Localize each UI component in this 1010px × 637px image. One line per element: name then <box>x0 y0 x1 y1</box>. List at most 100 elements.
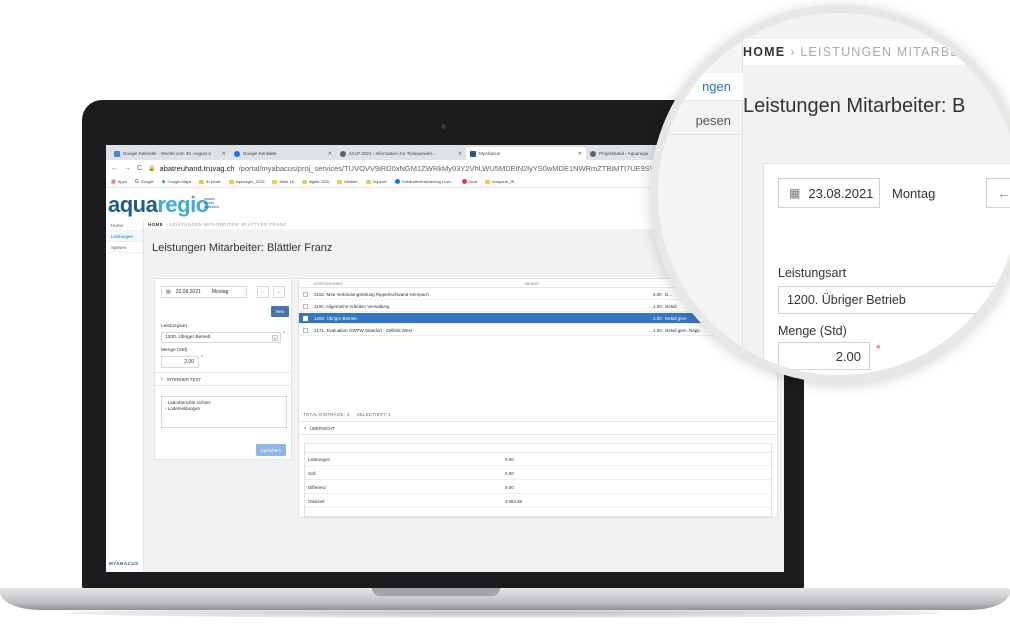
bookmark-temporaer[interactable]: temporär_f8 <box>485 179 514 184</box>
close-icon[interactable]: ✕ <box>222 151 226 157</box>
bookmark-support[interactable]: Support <box>365 179 387 184</box>
tab-title: 24.07.2021 › Information zur Tonkausweis… <box>349 151 437 156</box>
url-host: abatreuhand.truvag.ch <box>159 163 235 173</box>
new-button[interactable]: Neu <box>271 306 289 317</box>
close-icon[interactable]: ✕ <box>328 151 332 157</box>
sidebar-item-spesen[interactable]: Spesen <box>106 242 143 253</box>
bookmark-label: digital 2020 <box>308 179 330 184</box>
bookmark-label: Gebäudeversicherung Luze... <box>401 179 455 184</box>
forward-icon[interactable]: → <box>124 165 131 172</box>
arrow-left-icon: ← <box>997 185 1010 201</box>
bookmark-medien[interactable]: Medien <box>337 179 358 184</box>
zoom-content: ngen pesen HOME › LEISTUNGEN MITARBEIT L… <box>658 13 1010 375</box>
folder-icon <box>199 179 205 184</box>
zoom-menge-input[interactable]: 2.00 <box>778 342 870 370</box>
internal-text-title: INTERNER TEXT <box>167 376 202 382</box>
contacts-icon <box>234 150 240 157</box>
zoom-sidebar: ngen pesen <box>658 13 743 375</box>
bookmark-local[interactable]: local <box>462 179 477 184</box>
row-leistungsart: 2152. M4a Verbindungsleitung Rippertschw… <box>314 292 429 297</box>
internal-text-area[interactable]: - Laborberichte sichten - Lodemeldungen <box>161 396 287 428</box>
zoom-leistungsart-value: 1200. Übriger Betrieb <box>787 293 906 307</box>
sidebar: Home Leistungen Spesen MYABACUS <box>106 220 144 572</box>
column-leistungsart[interactable]: LEISTUNGSART <box>314 282 343 286</box>
aquaregio-logo[interactable]: aquaregio <box>108 192 209 218</box>
bookmark-gebaeudeversicherung[interactable]: Gebäudeversicherung Luze... <box>394 179 455 184</box>
overview-label: Gleitzeit <box>308 499 325 504</box>
browser-tab-myabacus[interactable]: MyAbacus ✕ <box>466 147 586 160</box>
folder-icon <box>228 179 234 184</box>
reload-icon[interactable]: C <box>137 165 142 172</box>
zoom-sidebar-item-leistungen[interactable]: ngen <box>658 73 743 101</box>
arrow-left-icon: ← <box>260 289 266 295</box>
overview-row: Gleitzeit 1'364.50 <box>305 495 771 508</box>
sidebar-item-home[interactable]: Home <box>106 220 143 231</box>
weekday-label: Montag <box>211 289 229 295</box>
zoom-main: HOME › LEISTUNGEN MITARBEIT Leistungen M… <box>743 13 1010 375</box>
leistungsart-select[interactable]: 1200. Übriger Betrieb ▾ <box>161 332 281 343</box>
zoom-previous-day-button[interactable]: ← <box>986 178 1010 208</box>
calendar-icon <box>114 150 120 157</box>
globe-icon <box>340 150 346 157</box>
row-checkbox[interactable] <box>303 304 308 309</box>
zoom-date-picker[interactable]: ▦ 23.08.2021 <box>778 178 880 208</box>
breadcrumb-current: › LEISTUNGEN MITARBEITER: BLÄTTLER FRANZ <box>166 222 287 227</box>
overview-row: Soll 0.00 <box>305 467 771 480</box>
zoom-page-title: Leistungen Mitarbeiter: B <box>743 95 966 117</box>
bookmark-allee[interactable]: Allee 1b <box>272 179 294 184</box>
back-icon[interactable]: ← <box>111 165 118 172</box>
zoom-weekday: Montag <box>892 186 936 201</box>
column-menge[interactable]: MENGE <box>525 282 539 286</box>
overview-value: 0.00 <box>505 471 514 476</box>
google-icon: G <box>134 178 139 185</box>
bookmark-label: Allee 1b <box>279 179 294 184</box>
overview-header[interactable]: ^ ÜBERSICHT <box>299 421 777 435</box>
bookmark-label: fb privat <box>206 179 221 184</box>
lock-icon: 🔒 <box>148 165 156 172</box>
tab-title: Projektstand - Aquaregio <box>599 151 649 156</box>
site-icon <box>394 179 400 184</box>
next-day-button[interactable]: → <box>273 286 285 298</box>
overview-title: ÜBERSICHT <box>310 425 335 431</box>
browser-tab-contacts[interactable]: Google Kontakte ✕ <box>230 147 336 160</box>
zoom-menge-label: Menge (Std) <box>778 324 847 338</box>
sidebar-item-leistungen[interactable]: Leistungen <box>106 231 143 242</box>
bookmark-apps[interactable]: ▦ Apps <box>111 179 127 185</box>
bookmark-aquaregio[interactable]: aquaregio_2019 <box>228 179 264 184</box>
close-icon[interactable]: ✕ <box>578 151 582 157</box>
internal-text-header[interactable]: ^ INTERNER TEXT <box>155 372 291 386</box>
menge-input[interactable]: 2.00 <box>161 356 199 368</box>
calendar-icon: ▦ <box>166 289 171 295</box>
row-checkbox[interactable] <box>303 328 308 333</box>
tab-title: MyAbacus <box>479 151 501 156</box>
logo-regio: regio <box>157 192 209 217</box>
bookmark-maps[interactable]: ◆ Google Maps <box>162 179 192 185</box>
browser-tab-info[interactable]: 24.07.2021 › Information zur Tonkausweis… <box>336 147 466 160</box>
row-checkbox[interactable] <box>303 292 308 297</box>
overview-row: Differenz 9.00 <box>305 481 771 494</box>
bookmark-digital[interactable]: digital 2020 <box>301 179 330 184</box>
laptop-base <box>0 588 1010 610</box>
date-picker[interactable]: ▦ 23.08.2021 Montag <box>161 286 247 298</box>
bookmark-google[interactable]: G Google <box>135 179 154 185</box>
apps-grid-icon: ▦ <box>111 178 116 185</box>
breadcrumb-home[interactable]: HOME <box>148 222 163 227</box>
bookmark-label: Apps <box>117 179 127 184</box>
close-icon[interactable]: ✕ <box>458 151 462 157</box>
site-icon <box>462 179 468 184</box>
entry-form-card: ▦ 23.08.2021 Montag ← → Neu Leistungsart… <box>154 278 292 460</box>
address-bar[interactable]: 🔒 abatreuhand.truvag.ch/portal/myabacus/… <box>148 164 685 173</box>
previous-day-button[interactable]: ← <box>257 286 269 298</box>
browser-tab-calendar[interactable]: Google Kalender - Woche vom 30. August 2… <box>110 147 230 160</box>
overview-label: Soll <box>308 471 316 476</box>
zoom-leistungsart-select[interactable]: 1200. Übriger Betrieb <box>778 286 1010 314</box>
menge-label: Menge (Std) <box>161 348 188 353</box>
overview-value: 9.00 <box>505 457 514 462</box>
save-button[interactable]: Speichern <box>256 444 286 456</box>
row-checkbox[interactable] <box>303 316 308 321</box>
zoom-sidebar-item-spesen[interactable]: pesen <box>658 107 743 135</box>
bookmark-fb-privat[interactable]: fb privat <box>199 179 221 184</box>
overview-row: Leistungen 9.00 <box>305 453 771 466</box>
overview-value: 9.00 <box>505 485 514 490</box>
zoom-breadcrumb-home[interactable]: HOME <box>743 45 785 59</box>
